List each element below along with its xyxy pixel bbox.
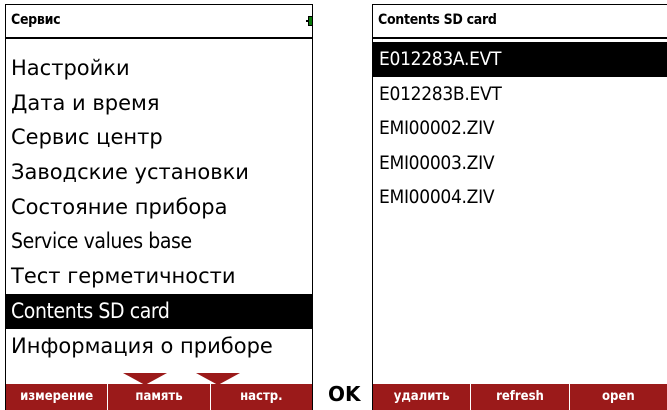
screen-title: Сервис bbox=[11, 12, 61, 28]
softkey-bar: удалить refresh open bbox=[373, 384, 667, 410]
screen-title: Contents SD card bbox=[378, 12, 497, 28]
file-item[interactable]: E012283B.EVT bbox=[373, 77, 667, 112]
menu-item-service-values-base[interactable]: Service values base bbox=[6, 224, 312, 259]
settings-softkey[interactable]: настр. bbox=[209, 384, 312, 410]
softkey-bar: измерение память настр. bbox=[6, 384, 312, 410]
menu-item-date-time[interactable]: Дата и время bbox=[6, 86, 312, 121]
menu-item-device-info[interactable]: Информация о приборе bbox=[6, 329, 312, 364]
menu-item-service-center[interactable]: Сервис центр bbox=[6, 120, 312, 155]
title-bar: Сервис bbox=[6, 5, 312, 39]
menu-item-contents-sd-card[interactable]: Contents SD card bbox=[6, 293, 312, 329]
ok-key-label: OK bbox=[328, 382, 361, 406]
menu-item-factory-settings[interactable]: Заводские установки bbox=[6, 155, 312, 190]
open-softkey[interactable]: open bbox=[568, 384, 667, 410]
title-bar: Contents SD card bbox=[373, 5, 667, 39]
menu-item-device-status[interactable]: Состояние прибора bbox=[6, 190, 312, 225]
memory-softkey[interactable]: память bbox=[107, 384, 209, 410]
file-item[interactable]: EMI00004.ZIV bbox=[373, 180, 667, 215]
service-menu: Настройки Дата и время Сервис центр Заво… bbox=[6, 51, 312, 363]
power-plug-icon bbox=[306, 16, 312, 26]
service-menu-screen: Сервис Настройки Дата и время Сервис цен… bbox=[5, 4, 313, 410]
delete-softkey[interactable]: удалить bbox=[373, 384, 470, 410]
file-item[interactable]: EMI00003.ZIV bbox=[373, 146, 667, 181]
measurement-softkey[interactable]: измерение bbox=[6, 384, 107, 410]
menu-item-settings[interactable]: Настройки bbox=[6, 51, 312, 86]
file-item[interactable]: E012283A.EVT bbox=[373, 42, 667, 77]
file-item[interactable]: EMI00002.ZIV bbox=[373, 111, 667, 146]
refresh-softkey[interactable]: refresh bbox=[470, 384, 568, 410]
menu-item-leak-test[interactable]: Тест герметичности bbox=[6, 259, 312, 294]
sd-card-contents-screen: Contents SD card E012283A.EVT E012283B.E… bbox=[372, 4, 667, 410]
file-list: E012283A.EVT E012283B.EVT EMI00002.ZIV E… bbox=[373, 42, 667, 215]
